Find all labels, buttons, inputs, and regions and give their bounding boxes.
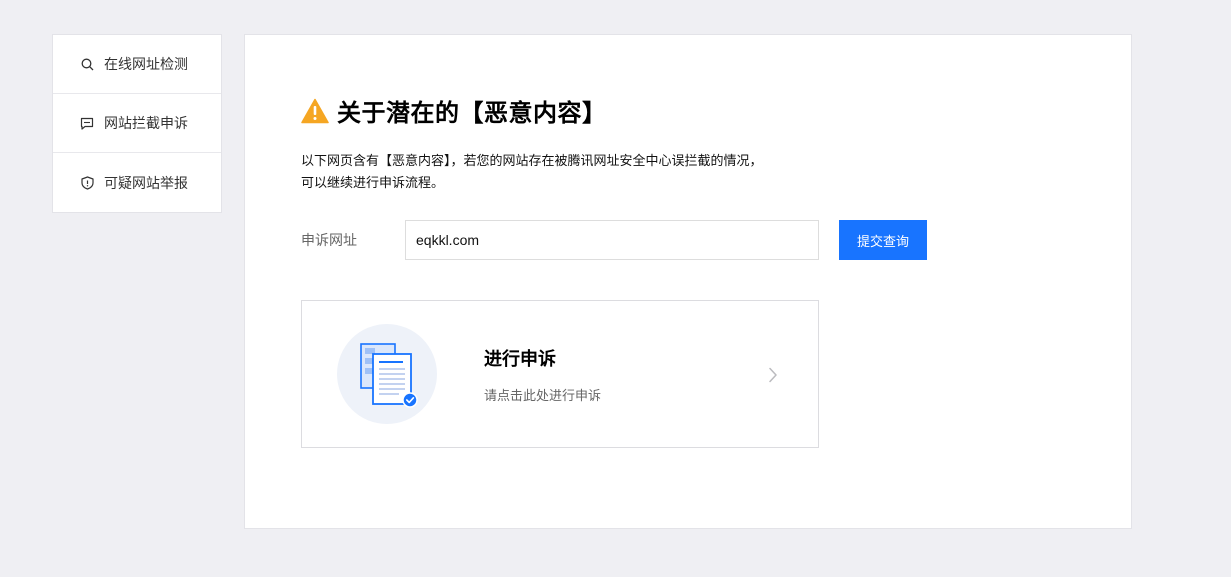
submit-query-button[interactable]: 提交查询 [839,220,927,260]
url-field-label: 申诉网址 [301,233,357,249]
appeal-card[interactable]: 进行申诉 请点击此处进行申诉 [301,300,819,448]
sidebar-item-report[interactable]: 可疑网站举报 [53,153,221,212]
comment-icon [80,116,94,130]
sidebar-item-appeal[interactable]: 网站拦截申诉 [53,94,221,153]
sidebar: 在线网址检测 网站拦截申诉 可疑网站举报 [52,34,222,213]
document-illustration-icon [337,324,437,424]
appeal-form: 申诉网址 提交查询 [301,220,927,260]
sidebar-item-label: 在线网址检测 [104,57,188,73]
sidebar-item-label: 可疑网站举报 [104,175,188,192]
title-row: 关于潜在的【恶意内容】 [301,93,607,128]
description: 以下网页含有【恶意内容】，若您的网站存在被腾讯网址安全中心误拦截的情况， 可以继… [301,151,821,195]
main-panel: 关于潜在的【恶意内容】 以下网页含有【恶意内容】，若您的网站存在被腾讯网址安全中… [244,34,1132,529]
chevron-right-icon [768,367,778,387]
page-title: 关于潜在的【恶意内容】 [337,99,607,127]
search-icon [80,57,94,71]
sidebar-item-label: 网站拦截申诉 [104,116,188,132]
sidebar-item-url-check[interactable]: 在线网址检测 [53,35,221,94]
url-input[interactable] [405,220,819,260]
shield-icon [80,175,94,190]
description-line: 可以继续进行申诉流程。 [301,176,445,191]
appeal-card-subtitle: 请点击此处进行申诉 [484,389,602,404]
description-line: 以下网页含有【恶意内容】，若您的网站存在被腾讯网址安全中心误拦截的情况， [301,154,763,169]
appeal-card-title: 进行申诉 [484,349,556,370]
warning-icon [301,98,329,124]
